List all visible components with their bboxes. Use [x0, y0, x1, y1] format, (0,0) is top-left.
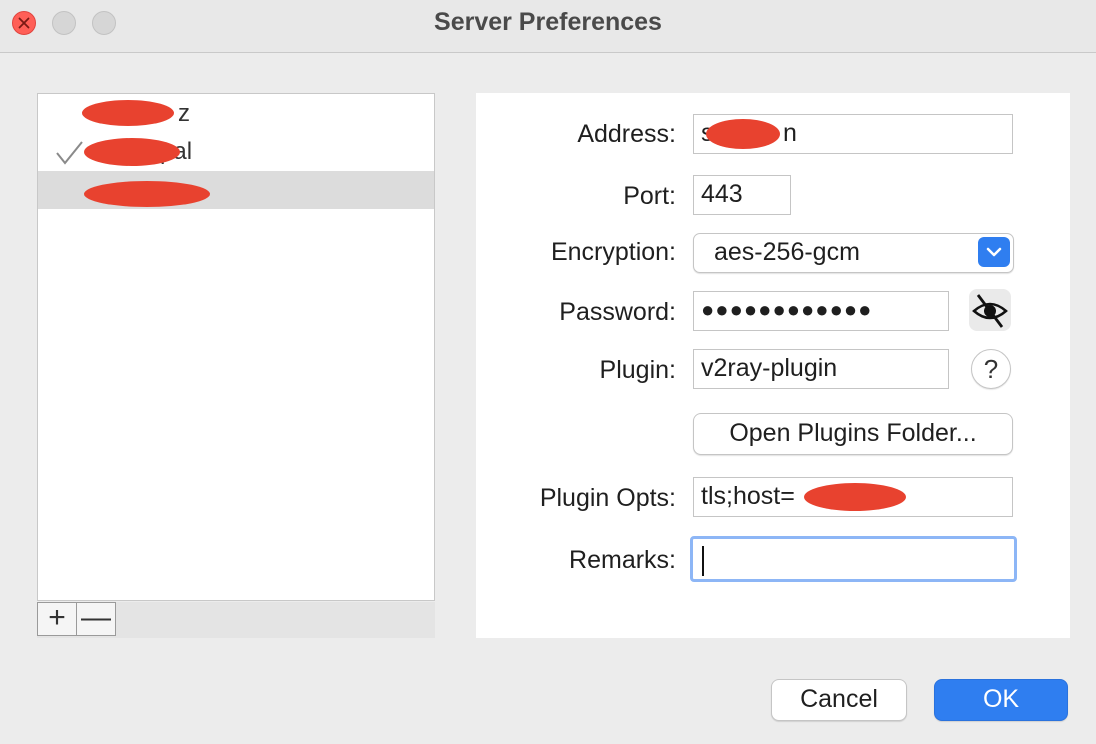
cancel-button[interactable]: Cancel: [771, 679, 907, 721]
chevron-down-icon: [978, 237, 1010, 267]
text-cursor: [702, 546, 704, 576]
port-label: Port:: [623, 182, 676, 210]
server-list-item-selected[interactable]: [38, 171, 434, 209]
plugin-help-button[interactable]: ?: [971, 349, 1011, 389]
redaction-mark: [84, 138, 180, 166]
remove-server-button[interactable]: —: [76, 602, 116, 636]
remarks-label: Remarks:: [569, 546, 676, 574]
plugin-opts-field[interactable]: tls;host= ;: [693, 477, 1013, 517]
plugin-opts-label: Plugin Opts:: [539, 484, 676, 512]
plugin-field[interactable]: v2ray-plugin: [693, 349, 949, 389]
window-title: Server Preferences: [434, 8, 662, 36]
server-list-item[interactable]: pal: [38, 134, 434, 172]
plugin-label: Plugin:: [599, 356, 676, 384]
address-label: Address:: [577, 120, 676, 148]
server-list-item[interactable]: z: [38, 96, 434, 134]
open-plugins-folder-button[interactable]: Open Plugins Folder...: [693, 413, 1013, 455]
title-bar: Server Preferences: [0, 0, 1096, 53]
password-label: Password:: [559, 298, 676, 326]
eye-slash-icon: [972, 294, 1008, 328]
help-icon: ?: [983, 354, 999, 384]
redaction-mark: [84, 181, 210, 207]
redaction-mark: [804, 483, 906, 511]
encryption-value: aes-256-gcm: [714, 238, 860, 266]
add-server-button[interactable]: +: [37, 602, 77, 636]
encryption-select[interactable]: aes-256-gcm: [693, 233, 1014, 273]
remarks-field[interactable]: [690, 536, 1017, 582]
encryption-label: Encryption:: [550, 238, 676, 266]
checkmark-icon: [56, 141, 83, 165]
address-field[interactable]: s n: [693, 114, 1013, 154]
server-name: z: [178, 100, 190, 127]
toggle-password-visibility-button[interactable]: [969, 289, 1011, 331]
password-field[interactable]: ●●●●●●●●●●●●: [693, 291, 949, 331]
redaction-mark: [706, 119, 780, 149]
redaction-mark: [82, 100, 174, 126]
ok-button[interactable]: OK: [934, 679, 1068, 721]
port-field[interactable]: 443: [693, 175, 791, 215]
server-list-toolbar: + —: [37, 602, 435, 638]
server-list[interactable]: z pal: [37, 93, 435, 601]
